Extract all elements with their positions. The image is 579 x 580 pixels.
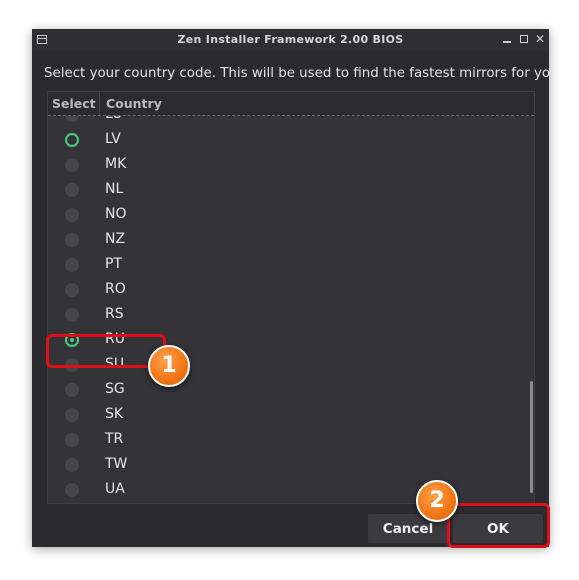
table-row[interactable]: RS xyxy=(48,303,534,328)
country-code: NL xyxy=(105,181,124,197)
table-body: LULVMKNLNONZPTRORSRUSUSGSKTRTWUA xyxy=(48,116,534,503)
scrollbar-thumb[interactable] xyxy=(530,381,533,493)
column-divider xyxy=(99,92,100,115)
country-code: RS xyxy=(105,306,124,322)
country-code: LV xyxy=(105,131,121,147)
table-row[interactable]: NZ xyxy=(48,228,534,253)
country-radio[interactable] xyxy=(65,258,79,272)
country-code: TW xyxy=(105,456,128,472)
table-row[interactable]: UA xyxy=(48,478,534,503)
table-row[interactable]: SK xyxy=(48,403,534,428)
country-code: RO xyxy=(105,281,126,297)
country-radio[interactable] xyxy=(65,283,79,297)
installer-window: Zen Installer Framework 2.00 BIOS ✕ Sele… xyxy=(32,29,549,547)
instruction-text: Select your country code. This will be u… xyxy=(44,66,549,81)
minimize-icon[interactable] xyxy=(500,32,514,46)
country-radio[interactable] xyxy=(65,233,79,247)
table-row[interactable]: RO xyxy=(48,278,534,303)
table-header: Select Country xyxy=(48,92,534,116)
window-title: Zen Installer Framework 2.00 BIOS xyxy=(177,33,404,46)
step-1-badge: 1 xyxy=(148,345,190,387)
ok-button-highlight xyxy=(447,503,550,548)
maximize-icon[interactable] xyxy=(517,32,531,46)
close-icon[interactable]: ✕ xyxy=(533,32,547,46)
country-radio[interactable] xyxy=(65,483,79,497)
country-code: NZ xyxy=(105,231,126,247)
country-radio[interactable] xyxy=(65,458,79,472)
country-code: PT xyxy=(105,256,122,272)
country-table: Select Country LULVMKNLNONZPTRORSRUSUSGS… xyxy=(47,91,535,504)
country-code: NO xyxy=(105,206,127,222)
title-bar[interactable]: Zen Installer Framework 2.00 BIOS ✕ xyxy=(32,29,549,51)
country-column-header[interactable]: Country xyxy=(106,96,162,111)
country-code: SG xyxy=(105,381,125,397)
step-2-badge: 2 xyxy=(416,480,458,522)
table-row[interactable]: TW xyxy=(48,453,534,478)
country-radio[interactable] xyxy=(65,208,79,222)
country-radio[interactable] xyxy=(65,408,79,422)
table-row[interactable]: PT xyxy=(48,253,534,278)
country-radio[interactable] xyxy=(65,383,79,397)
country-code: UA xyxy=(105,481,125,497)
table-row[interactable]: NL xyxy=(48,178,534,203)
country-code: SK xyxy=(105,406,124,422)
country-code: TR xyxy=(105,431,124,447)
select-column-header[interactable]: Select xyxy=(52,96,96,111)
table-row[interactable]: SG xyxy=(48,378,534,403)
country-radio[interactable] xyxy=(65,158,79,172)
country-radio[interactable] xyxy=(65,133,79,147)
country-code: LU xyxy=(105,116,122,122)
country-code: MK xyxy=(105,156,127,172)
country-radio[interactable] xyxy=(65,308,79,322)
country-radio[interactable] xyxy=(65,433,79,447)
country-radio[interactable] xyxy=(65,183,79,197)
table-row[interactable]: LU xyxy=(48,116,534,128)
table-row[interactable]: LV xyxy=(48,128,534,153)
table-row[interactable]: MK xyxy=(48,153,534,178)
vertical-scrollbar[interactable] xyxy=(529,116,534,503)
table-row[interactable]: NO xyxy=(48,203,534,228)
table-row[interactable]: TR xyxy=(48,428,534,453)
country-radio[interactable] xyxy=(65,116,79,122)
